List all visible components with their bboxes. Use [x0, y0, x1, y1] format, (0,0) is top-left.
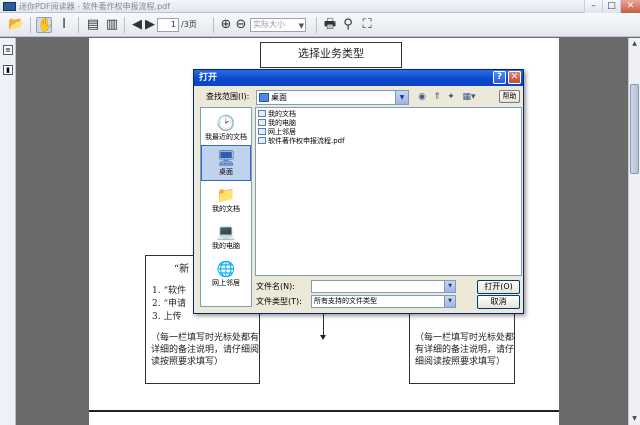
- up-folder-icon[interactable]: ⇑: [431, 91, 443, 103]
- zoom-in-icon[interactable]: ⊕: [218, 17, 234, 33]
- file-type-select[interactable]: 所有支持的文件类型 ▼: [311, 295, 456, 308]
- desktop-icon: [259, 93, 269, 102]
- zoom-out-icon[interactable]: ⊖: [233, 17, 249, 33]
- computer-icon: [258, 119, 266, 126]
- scroll-down-icon[interactable]: ▼: [630, 414, 639, 424]
- scroll-up-icon[interactable]: ▲: [630, 39, 639, 49]
- look-in-value: 桌面: [271, 93, 287, 102]
- cancel-button[interactable]: 取消: [477, 295, 520, 309]
- file-name: 网上邻居: [268, 128, 296, 136]
- side-panel-strip: ≡ ▮: [0, 38, 16, 425]
- file-name: 我的电脑: [268, 119, 296, 127]
- my-computer-icon: 💻: [216, 223, 236, 241]
- file-item[interactable]: 软件著作权申报流程.pdf: [258, 137, 345, 146]
- dialog-title: 打开: [199, 73, 218, 83]
- pdf-file-icon: [258, 137, 266, 144]
- hand-tool-icon[interactable]: ✋: [36, 17, 53, 33]
- file-type-value: 所有支持的文件类型: [314, 297, 377, 305]
- place-label: 我的文档: [212, 205, 240, 213]
- chevron-down-icon: ▼: [298, 22, 304, 30]
- place-label: 我最近的文档: [205, 133, 247, 141]
- file-name-input[interactable]: ▼: [311, 280, 456, 293]
- toolbar-divider: [213, 17, 214, 33]
- toolbar-divider: [30, 17, 31, 33]
- app-title-bar: 迷你PDF阅读器 - 软件著作权申报流程.pdf – □ ✕: [0, 0, 640, 13]
- toolbar-divider: [124, 17, 125, 33]
- recent-documents-icon: 🕑: [216, 114, 236, 132]
- search-icon[interactable]: ⚲: [340, 17, 356, 33]
- place-label: 网上邻居: [212, 279, 240, 287]
- fullscreen-icon[interactable]: ⛶: [359, 17, 375, 33]
- file-item[interactable]: 我的文档: [258, 110, 296, 119]
- open-folder-icon[interactable]: 📂: [8, 17, 24, 33]
- file-name: 软件著作权申报流程.pdf: [268, 137, 345, 145]
- pdf-next-page: [89, 410, 559, 425]
- place-network[interactable]: 🌐 网上邻居: [201, 257, 251, 293]
- dialog-help-button[interactable]: ?: [493, 71, 506, 84]
- place-label: 桌面: [219, 168, 233, 176]
- chevron-down-icon: ▼: [444, 296, 455, 307]
- place-my-documents[interactable]: 📁 我的文档: [201, 183, 251, 219]
- bookmarks-icon[interactable]: ▮: [3, 65, 13, 75]
- left-box-line: 3. 上传: [152, 312, 182, 322]
- places-bar: 🕑 我最近的文档 🖥 桌面 📁 我的文档 💻 我的电脑 🌐 网上邻居: [200, 107, 252, 307]
- left-box-line: 2. “申请: [152, 299, 187, 309]
- file-list[interactable]: 我的文档 我的电脑 网上邻居 软件著作权申报流程.pdf: [255, 107, 522, 276]
- look-in-select[interactable]: 桌面 ▼: [256, 90, 409, 105]
- minimize-button[interactable]: –: [584, 0, 602, 13]
- app-logo-icon: [3, 2, 16, 11]
- app-title: 迷你PDF阅读器 - 软件著作权申报流程.pdf: [19, 2, 171, 11]
- left-box-line: 1. “软件: [152, 286, 187, 296]
- left-box-title: “新: [174, 264, 190, 275]
- folder-icon: [258, 110, 266, 117]
- toolbar-divider: [316, 17, 317, 33]
- my-documents-icon: 📁: [216, 186, 236, 204]
- back-icon[interactable]: ◉: [416, 91, 428, 103]
- two-page-view-icon[interactable]: ▥: [104, 17, 120, 33]
- open-file-dialog: 打开 ? ✕ 查找范围(I): 桌面 ▼ ◉ ⇑ ✦ ▦▾ 帮助 🕑 我最近的文…: [193, 69, 524, 314]
- place-label: 我的电脑: [212, 242, 240, 250]
- new-folder-icon[interactable]: ✦: [445, 91, 457, 103]
- desktop-icon: 🖥: [216, 149, 236, 167]
- vertical-scrollbar[interactable]: ▲ ▼: [628, 38, 640, 425]
- file-name-label: 文件名(N):: [256, 282, 295, 291]
- zoom-level-value: 实际大小: [253, 20, 285, 29]
- scrollbar-thumb[interactable]: [630, 84, 639, 174]
- file-name: 我的文档: [268, 110, 296, 118]
- thumbnails-icon[interactable]: ≡: [3, 45, 13, 55]
- network-places-icon: 🌐: [216, 260, 236, 278]
- dialog-title-bar: 打开 ? ✕: [194, 70, 523, 86]
- file-item[interactable]: 网上邻居: [258, 128, 296, 137]
- print-icon[interactable]: 🖶: [322, 17, 338, 33]
- place-desktop[interactable]: 🖥 桌面: [201, 145, 251, 181]
- zoom-level-select[interactable]: 实际大小 ▼: [250, 18, 306, 32]
- page-number-input[interactable]: 1: [157, 18, 179, 32]
- maximize-button[interactable]: □: [602, 0, 620, 13]
- file-item[interactable]: 我的电脑: [258, 119, 296, 128]
- chevron-down-icon[interactable]: ▼: [444, 281, 455, 292]
- close-window-button[interactable]: ✕: [620, 0, 640, 13]
- look-in-label: 查找范围(I):: [206, 92, 250, 101]
- single-page-view-icon[interactable]: ▤: [85, 17, 101, 33]
- chevron-down-icon: ▼: [395, 91, 408, 104]
- place-recent-documents[interactable]: 🕑 我最近的文档: [201, 111, 251, 147]
- left-box-note: （每一栏填写时光标处都有详细的备注说明，请仔细阅读按照要求填写）: [151, 333, 260, 367]
- toolbar-divider: [78, 17, 79, 33]
- open-button[interactable]: 打开(O): [477, 280, 520, 294]
- text-select-tool-icon[interactable]: I: [56, 17, 72, 33]
- page-total-label: /3页: [181, 20, 197, 29]
- right-box-note: （每一栏填写时光标处都有详细的备注说明，请仔细阅读按照要求填写）: [415, 333, 515, 367]
- flowchart-box-select-business-type: 选择业务类型: [260, 42, 402, 68]
- dialog-close-button[interactable]: ✕: [508, 71, 521, 84]
- view-menu-icon[interactable]: ▦▾: [460, 91, 478, 103]
- window-controls: – □ ✕: [584, 0, 640, 13]
- file-type-label: 文件类型(T):: [256, 297, 302, 306]
- next-page-icon[interactable]: ▶: [142, 17, 158, 33]
- flow-arrow-head: [320, 335, 326, 340]
- network-icon: [258, 128, 266, 135]
- dialog-help-tool-button[interactable]: 帮助: [499, 90, 520, 103]
- place-my-computer[interactable]: 💻 我的电脑: [201, 220, 251, 256]
- toolbar: 📂 ✋ I ▤ ▥ ◀ ▶ 1 /3页 ⊕ ⊖ 实际大小 ▼ 🖶 ⚲ ⛶: [0, 13, 640, 37]
